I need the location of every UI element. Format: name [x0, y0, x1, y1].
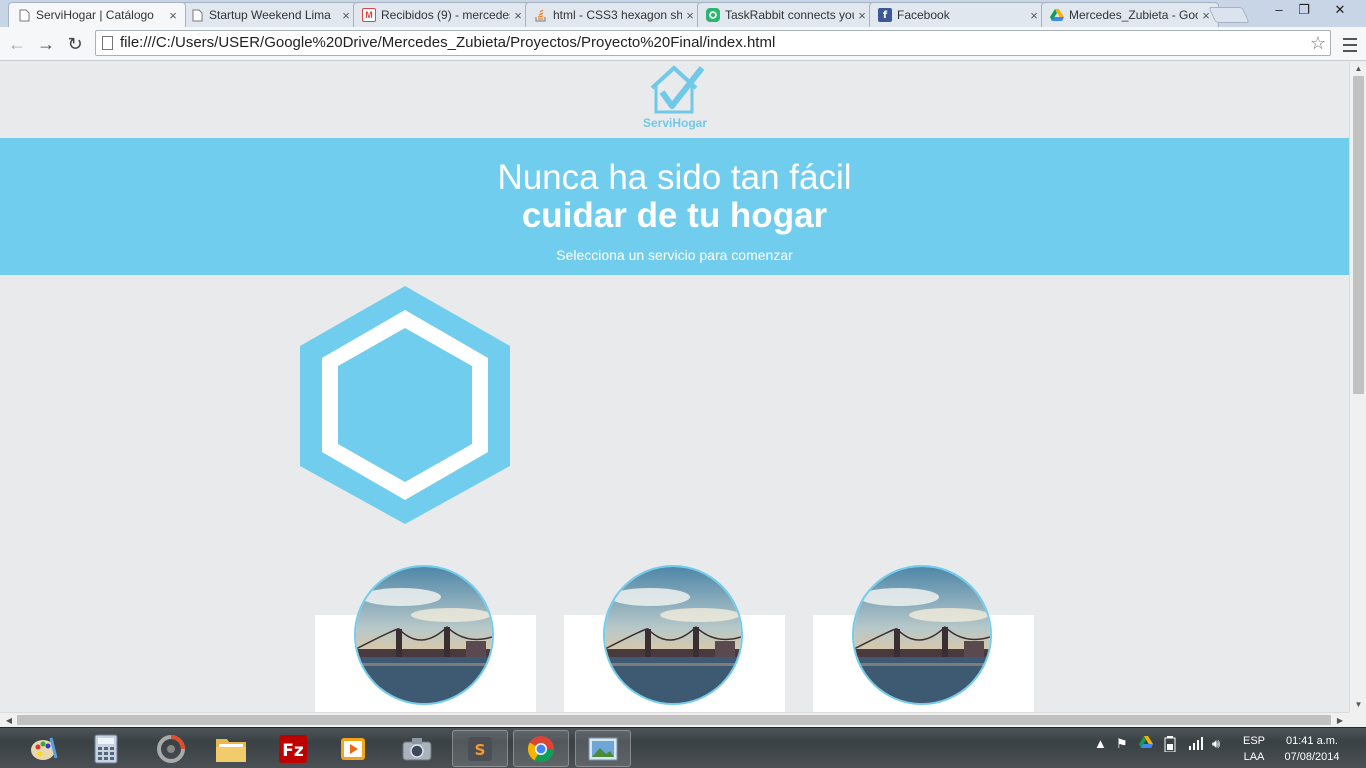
tab-stackoverflow[interactable]: html - CSS3 hexagon shape ×	[525, 2, 703, 27]
service-hexagon[interactable]	[300, 286, 510, 524]
tab-startup-weekend[interactable]: Startup Weekend Lima ×	[181, 2, 359, 27]
tab-close-icon[interactable]: ×	[165, 8, 181, 23]
tab-title: html - CSS3 hexagon shape	[553, 8, 682, 22]
logo-text: ServiHogar	[642, 116, 708, 130]
service-photo[interactable]	[603, 565, 743, 705]
tab-google-drive[interactable]: Mercedes_Zubieta - Google Drive ×	[1041, 2, 1219, 27]
camera-app-icon[interactable]	[389, 730, 445, 767]
media-player-icon[interactable]	[326, 730, 382, 767]
service-photo[interactable]	[354, 565, 494, 705]
tab-gmail[interactable]: M Recibidos (9) - mercedes ×	[353, 2, 531, 27]
hero-title-bold: cuidar de tu hogar	[521, 196, 828, 235]
windows-taskbar: Fz S ▲ ⚑ 🔊︎ ESP LAA 01:41 a.m. 07/08/201…	[0, 727, 1366, 768]
tab-title: Startup Weekend Lima	[209, 8, 331, 22]
horizontal-scrollbar[interactable]: ◀ ▶	[0, 712, 1349, 727]
disk-tool-icon[interactable]	[143, 730, 199, 767]
show-hidden-icons-icon[interactable]: ▲	[1094, 736, 1107, 751]
language-code: ESP	[1242, 735, 1265, 747]
volume-icon[interactable]: 🔊︎	[1212, 736, 1220, 752]
tab-title: ServiHogar | Catálogo	[36, 8, 154, 22]
page-icon	[190, 8, 204, 22]
vertical-scrollbar[interactable]: ▲ ▼	[1349, 62, 1366, 712]
hero-subtitle: Selecciona un servicio para comenzar	[556, 247, 793, 263]
system-clock[interactable]: 01:41 a.m. 07/08/2014	[1280, 733, 1344, 765]
page-viewport: ServiHogar Nunca ha sido tan fácil cuida…	[0, 62, 1349, 712]
forward-arrow-icon[interactable]: →	[33, 31, 59, 57]
clock-date: 07/08/2014	[1284, 751, 1340, 763]
scrollbar-corner	[1349, 712, 1366, 727]
input-language-indicator[interactable]: ESP LAA	[1240, 733, 1268, 765]
back-arrow-icon[interactable]: ←	[4, 31, 30, 57]
tab-close-icon[interactable]: ×	[1026, 8, 1042, 23]
scroll-left-icon[interactable]: ◀	[2, 713, 16, 728]
scroll-right-icon[interactable]: ▶	[1333, 713, 1347, 728]
chrome-icon[interactable]	[513, 730, 569, 767]
google-drive-sync-icon[interactable]	[1139, 736, 1153, 751]
hero-title: Nunca ha sido tan fácil	[497, 158, 852, 197]
scroll-up-icon[interactable]: ▲	[1350, 62, 1366, 76]
calculator-icon[interactable]	[78, 730, 134, 767]
new-tab-button[interactable]	[1208, 7, 1250, 23]
svg-text:Fz: Fz	[282, 741, 304, 761]
filezilla-icon[interactable]: Fz	[265, 730, 321, 767]
tab-servihogar[interactable]: ServiHogar | Catálogo ×	[8, 2, 186, 27]
servihogar-logo[interactable]: ServiHogar	[640, 64, 710, 130]
sublime-text-icon[interactable]: S	[452, 730, 508, 767]
action-center-flag-icon[interactable]: ⚑	[1116, 736, 1128, 752]
battery-icon[interactable]	[1164, 736, 1176, 755]
hero-banner: Nunca ha sido tan fácil cuidar de tu hog…	[0, 138, 1349, 275]
scroll-down-icon[interactable]: ▼	[1350, 698, 1366, 712]
browser-tab-strip: ServiHogar | Catálogo × Startup Weekend …	[0, 0, 1366, 27]
tab-close-icon[interactable]: ×	[682, 8, 698, 23]
file-explorer-icon[interactable]	[203, 730, 259, 767]
tab-facebook[interactable]: f Facebook ×	[869, 2, 1047, 27]
stackoverflow-icon	[534, 8, 548, 22]
tab-close-icon[interactable]: ×	[854, 8, 870, 23]
chrome-menu-icon[interactable]	[1339, 31, 1361, 57]
gmail-icon: M	[362, 8, 376, 22]
tab-close-icon[interactable]: ×	[510, 8, 526, 23]
tab-title: Mercedes_Zubieta - Google Drive	[1069, 8, 1198, 22]
clock-time: 01:41 a.m.	[1286, 735, 1338, 747]
facebook-icon: f	[878, 8, 892, 22]
tab-taskrabbit[interactable]: TaskRabbit connects you ×	[697, 2, 875, 27]
page-icon	[102, 36, 113, 50]
bookmark-star-icon[interactable]: ☆	[1310, 31, 1326, 55]
address-bar[interactable]: file:///C:/Users/USER/Google%20Drive/Mer…	[95, 30, 1331, 56]
tab-title: TaskRabbit connects you	[725, 8, 854, 22]
svg-text:S: S	[475, 741, 486, 759]
service-photo[interactable]	[852, 565, 992, 705]
keyboard-layout: LAA	[1243, 751, 1265, 763]
close-window-icon[interactable]: ✕	[1322, 0, 1358, 22]
network-signal-icon[interactable]	[1188, 736, 1204, 753]
vertical-scroll-thumb[interactable]	[1353, 76, 1364, 394]
drive-icon	[1050, 8, 1064, 22]
tab-close-icon[interactable]: ×	[338, 8, 354, 23]
page-icon	[17, 8, 31, 22]
paint-icon[interactable]	[16, 730, 72, 767]
taskrabbit-icon	[706, 8, 720, 22]
horizontal-scroll-thumb[interactable]	[17, 715, 1331, 725]
house-check-icon	[650, 65, 705, 114]
browser-toolbar: ← → ↻ file:///C:/Users/USER/Google%20Dri…	[0, 27, 1366, 61]
photo-viewer-icon[interactable]	[575, 730, 631, 767]
reload-icon[interactable]: ↻	[62, 31, 88, 57]
address-url: file:///C:/Users/USER/Google%20Drive/Mer…	[120, 34, 776, 51]
tab-title: Facebook	[897, 8, 950, 22]
tab-title: Recibidos (9) - mercedes	[381, 8, 510, 22]
maximize-icon[interactable]: ❐	[1289, 0, 1319, 22]
